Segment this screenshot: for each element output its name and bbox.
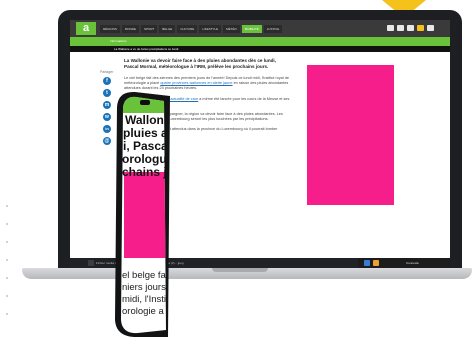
nav-item[interactable]: MONDE — [121, 25, 140, 33]
phone-viewport: Wallonie va devoir faire face pluies abo… — [121, 98, 166, 331]
nav-item[interactable]: RÉGIONS — [100, 25, 120, 33]
sub-nav-bar — [70, 37, 450, 46]
article-link[interactable]: quatre provinces wallonnes en alerte jau… — [160, 81, 232, 85]
share-label: Partager — [100, 70, 114, 74]
phone-body-line: niers jours de l'année! Depuis — [122, 282, 166, 293]
search-icon[interactable] — [427, 25, 434, 31]
site-logo[interactable]: a — [76, 22, 96, 35]
article-title: La Wallonie va devoir faire face à des p… — [124, 58, 276, 69]
grid-icon[interactable] — [397, 25, 404, 31]
app-icon[interactable] — [373, 260, 379, 266]
header-icons — [387, 25, 434, 31]
alert-text[interactable]: La Wallonie a vu de fortes précipitation… — [114, 47, 178, 51]
nav-item[interactable]: JUSTICE — [263, 25, 283, 33]
decorative-dots — [6, 205, 8, 330]
taskbar-status: Connecté — [406, 261, 419, 265]
video-icon[interactable] — [387, 25, 394, 31]
nav-item-active[interactable]: MOBILITÉ — [241, 25, 262, 33]
whatsapp-icon[interactable]: w — [103, 113, 111, 121]
subscribe-icon[interactable] — [417, 25, 424, 31]
messenger-icon[interactable]: m — [103, 101, 111, 109]
phone-headline-line: chains jours. — [122, 165, 166, 179]
advertisement-block[interactable] — [307, 65, 394, 205]
phone-body-line: midi, l'Institut royal de — [122, 294, 166, 305]
taskbar — [358, 258, 450, 268]
facebook-icon[interactable]: f — [103, 77, 111, 85]
linkedin-icon[interactable]: in — [103, 125, 111, 133]
nav-item[interactable]: BELGE — [159, 25, 176, 33]
twitter-icon[interactable]: t — [103, 89, 111, 97]
article-paragraph: Le ciel belge fait des siennes des premi… — [124, 76, 290, 92]
breadcrumb[interactable]: Informations — [110, 39, 127, 43]
phone-body-line: el belge fait des siennes dès — [122, 270, 166, 281]
main-nav: RÉGIONS MONDE SPORT BELGE CULTURE LIFEST… — [100, 25, 283, 33]
nav-item[interactable]: SPORT — [141, 25, 158, 33]
phone-body-text: orologie a placé — [122, 306, 166, 317]
nav-item[interactable]: MÉTÉO — [223, 25, 240, 33]
email-icon[interactable]: @ — [103, 137, 111, 145]
laptop-notch — [212, 268, 268, 272]
article-link[interactable]: une actualité de crue — [163, 97, 198, 101]
user-icon[interactable] — [407, 25, 414, 31]
app-icon[interactable] — [364, 260, 370, 266]
nav-item[interactable]: LIFESTYLE — [199, 25, 222, 33]
phone-body-line: orologie a placé quatre — [122, 306, 166, 317]
nav-item[interactable]: CULTURE — [177, 25, 198, 33]
file-icon — [88, 260, 94, 266]
